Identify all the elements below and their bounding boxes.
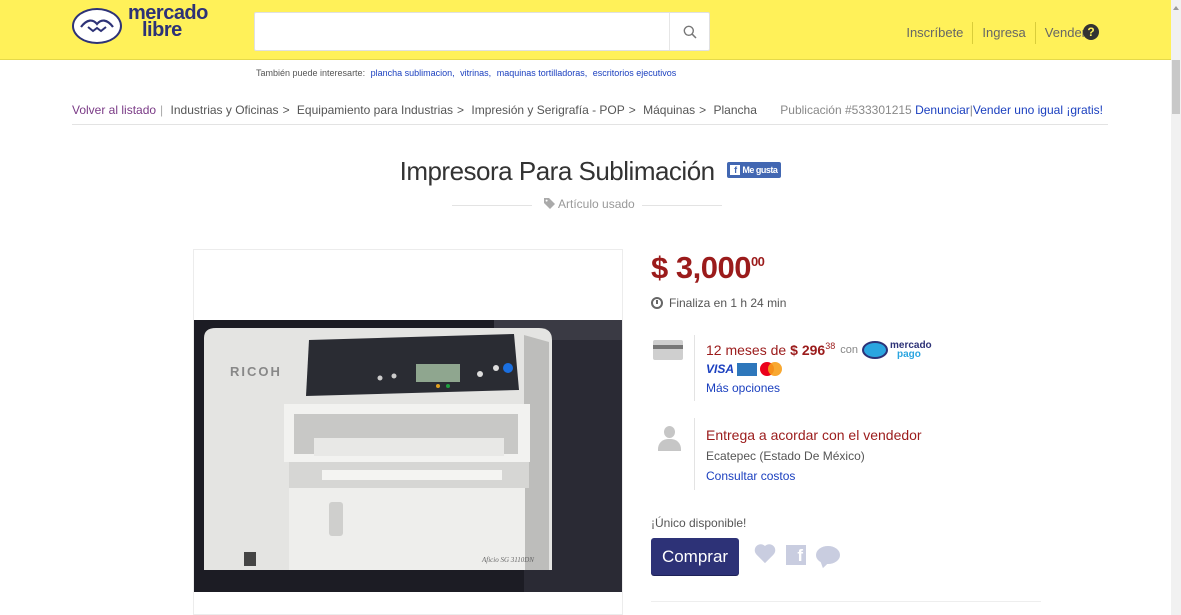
visa-logo: VISA: [706, 362, 735, 376]
item-condition: Artículo usado: [452, 197, 722, 213]
seller-location: Ecatepec (Estado De México): [706, 449, 865, 463]
divider: [694, 335, 695, 401]
divider: |: [160, 103, 164, 117]
breadcrumb-item[interactable]: Industrias y Oficinas: [171, 103, 279, 117]
header-bar: mercado libre Inscríbete Ingresa Vender …: [0, 0, 1171, 60]
stock-status: ¡Único disponible!: [651, 516, 747, 530]
breadcrumb-item[interactable]: Máquinas: [643, 103, 695, 117]
breadcrumb: Volver al listado | Industrias y Oficinas…: [72, 103, 757, 117]
divider: [72, 124, 1108, 125]
price-cents: 00: [750, 254, 765, 269]
card-brands: VISA: [706, 362, 783, 376]
back-to-list-link[interactable]: Volver al listado: [72, 103, 156, 117]
person-icon: [657, 426, 681, 452]
breadcrumb-item[interactable]: Impresión y Serigrafía - POP: [471, 103, 624, 117]
breadcrumb-item[interactable]: Equipamiento para Industrias: [297, 103, 453, 117]
heart-icon[interactable]: [754, 545, 776, 565]
search-input[interactable]: [255, 13, 669, 50]
shipping-costs-link[interactable]: Consultar costos: [706, 469, 795, 483]
buy-button[interactable]: Comprar: [651, 538, 739, 575]
printer-model: Aficio SG 3110DN: [481, 556, 534, 564]
logo-line-2: libre: [142, 19, 182, 41]
breadcrumb-separator: >: [457, 103, 465, 117]
scrollbar[interactable]: [1171, 0, 1181, 615]
breadcrumb-item[interactable]: Plancha: [714, 103, 757, 117]
item-condition-label: Artículo usado: [544, 197, 635, 211]
sell-same-link[interactable]: Vender uno igual ¡gratis!: [973, 103, 1103, 117]
breadcrumb-separator: >: [628, 103, 636, 117]
scrollbar-thumb[interactable]: [1172, 60, 1180, 114]
product-title: Impresora Para Sublimación: [399, 156, 716, 186]
logo-wordmark: mercado libre: [128, 3, 208, 41]
mp-logo-line-2: pago: [896, 349, 921, 360]
tag-icon: [544, 198, 555, 209]
product-photo[interactable]: RICOH Aficio SG 3110DN: [194, 320, 622, 592]
amex-logo: [737, 362, 758, 376]
printer-brand: RICOH: [230, 364, 282, 379]
divider: [651, 601, 1041, 602]
facebook-like-button[interactable]: f Me gusta: [727, 162, 782, 179]
comment-bubble-icon[interactable]: [816, 546, 840, 564]
delivery-method: Entrega a acordar con el vendedor: [706, 427, 922, 443]
related-searches: También puede interesarte: plancha subli…: [256, 68, 676, 78]
question-circle-icon[interactable]: ?: [1083, 24, 1099, 40]
product-image-gallery[interactable]: RICOH Aficio SG 3110DN: [193, 249, 623, 615]
breadcrumb-separator: >: [282, 103, 290, 117]
signup-link[interactable]: Inscríbete: [897, 22, 974, 44]
installment-amount: $ 296: [790, 342, 826, 358]
publication-number: Publicación #533301215: [780, 103, 912, 117]
social-actions: f: [754, 545, 840, 565]
installments-info: 12 meses de $ 296 38 con mercado pago: [706, 341, 932, 360]
clock-icon: [651, 297, 663, 309]
facebook-share-icon[interactable]: f: [786, 545, 806, 565]
related-search-link[interactable]: maquinas tortilladoras,: [497, 68, 588, 78]
search-icon: [683, 25, 697, 39]
mastercard-logo: [760, 362, 783, 376]
price-amount: $ 3,000: [651, 250, 751, 285]
installment-cents: 38: [825, 341, 836, 351]
divider: [642, 205, 722, 206]
login-link[interactable]: Ingresa: [973, 22, 1036, 44]
publication-info: Publicación #533301215 Denunciar|Vender …: [780, 103, 1103, 117]
handshake-icon: [72, 8, 122, 44]
handshake-icon: [861, 341, 888, 359]
printer-illustration: RICOH Aficio SG 3110DN: [194, 320, 622, 592]
breadcrumb-separator: >: [699, 103, 707, 117]
installments-label: 12 meses de: [706, 342, 787, 358]
facebook-like-label: Me gusta: [742, 165, 778, 176]
price: $ 3,00000: [651, 250, 765, 286]
auction-end: Finaliza en 1 h 24 min: [651, 296, 786, 310]
mercadolibre-logo[interactable]: mercado libre: [72, 3, 222, 46]
search-box: [254, 12, 710, 51]
account-links: Inscríbete Ingresa Vender: [897, 22, 1095, 44]
search-button[interactable]: [669, 13, 709, 50]
more-payment-options-link[interactable]: Más opciones: [706, 381, 780, 395]
related-search-link[interactable]: escritorios ejecutivos: [593, 68, 677, 78]
scroll-up-arrow-icon[interactable]: [1173, 6, 1179, 10]
related-searches-label: También puede interesarte:: [256, 68, 366, 78]
report-link[interactable]: Denunciar: [915, 103, 970, 117]
mercadopago-logo: mercado pago: [861, 341, 932, 360]
auction-end-label: Finaliza en 1 h 24 min: [669, 296, 787, 310]
with-label: con: [840, 344, 858, 356]
facebook-icon: f: [730, 165, 741, 176]
divider: [694, 418, 695, 490]
related-search-link[interactable]: plancha sublimacion,: [371, 68, 455, 78]
credit-card-icon: [653, 340, 683, 360]
product-title-row: Impresora Para Sublimación f Me gusta: [0, 156, 1181, 187]
divider: [452, 205, 532, 206]
related-search-link[interactable]: vitrinas,: [460, 68, 491, 78]
